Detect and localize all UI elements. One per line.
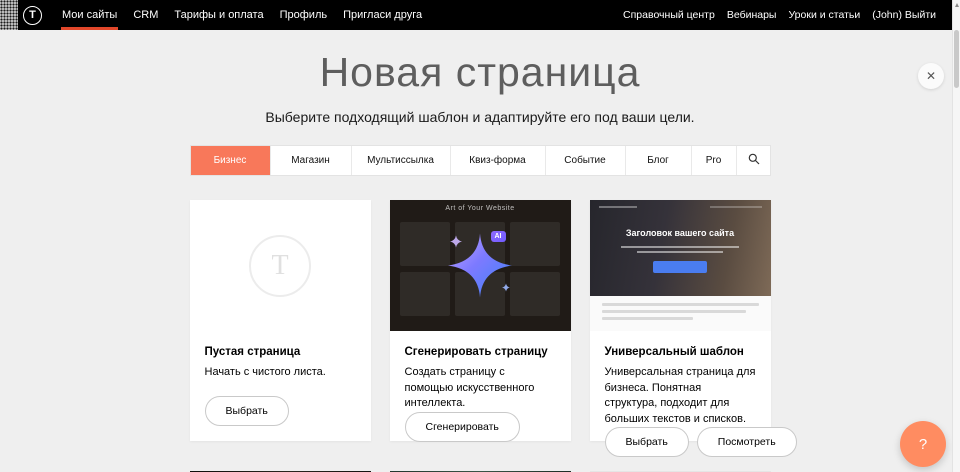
template-category-tabs: Бизнес Магазин Мультиссылка Квиз-форма С… — [190, 145, 771, 176]
card-description: Начать с чистого листа. — [205, 365, 356, 381]
tab-pro[interactable]: Pro — [691, 146, 736, 175]
universal-preview-image: Заголовок вашего сайта — [590, 200, 771, 331]
close-icon: ✕ — [926, 70, 936, 82]
choose-blank-button[interactable]: Выбрать — [205, 396, 289, 426]
card-description: Универсальная страница для бизнеса. Поня… — [605, 365, 756, 427]
template-card-blank-page: T Пустая страница Начать с чистого листа… — [190, 200, 371, 441]
nav-profile[interactable]: Профиль — [272, 0, 336, 30]
template-card-universal: Заголовок вашего сайта Универсальный шаб… — [590, 200, 771, 441]
card-actions: Выбрать Посмотреть — [605, 427, 756, 457]
tab-search[interactable] — [736, 146, 772, 175]
nav-tariffs-payment[interactable]: Тарифы и оплата — [166, 0, 271, 30]
ai-preview-caption: Art of Your Website — [390, 205, 571, 212]
template-card-ai-generate: Art of Your Website — [390, 200, 571, 441]
preview-cta-button — [653, 261, 707, 273]
nav-my-sites[interactable]: Мои сайты — [54, 0, 125, 30]
card-description: Создать страницу с помощью искусственног… — [405, 365, 556, 412]
blank-page-preview: T — [190, 200, 371, 331]
ai-badge: AI — [491, 231, 506, 242]
tilda-logo-letter: T — [29, 9, 36, 21]
scroll-up-arrow-icon — [955, 3, 959, 7]
ai-preview-image: Art of Your Website — [390, 200, 571, 331]
nav-crm[interactable]: CRM — [125, 0, 166, 30]
secondary-nav: Справочный центр Вебинары Уроки и статьи… — [617, 0, 942, 30]
nav-webinars[interactable]: Вебинары — [721, 0, 783, 30]
tab-blog[interactable]: Блог — [625, 146, 691, 175]
choose-universal-button[interactable]: Выбрать — [605, 427, 689, 457]
template-grid: T Пустая страница Начать с чистого листа… — [190, 200, 771, 441]
question-mark-icon: ? — [919, 436, 927, 453]
scrollbar-thumb[interactable] — [954, 30, 959, 88]
tilda-logo[interactable]: T — [23, 6, 42, 25]
tab-event[interactable]: Событие — [545, 146, 625, 175]
ai-sparkle-icon — [434, 220, 526, 317]
page-title: Новая страница — [0, 49, 960, 96]
tilda-watermark-circle: T — [249, 235, 311, 297]
card-body: Сгенерировать страницу Создать страницу … — [390, 331, 571, 457]
preview-universal-button[interactable]: Посмотреть — [697, 427, 797, 457]
tab-quiz-form[interactable]: Квиз-форма — [450, 146, 545, 175]
card-title: Универсальный шаблон — [605, 346, 756, 358]
new-page-panel: ✕ Новая страница Выберите подходящий шаб… — [0, 49, 960, 472]
scrollbar[interactable] — [952, 0, 960, 472]
search-icon — [748, 153, 760, 168]
tab-multilink[interactable]: Мультиссылка — [351, 146, 450, 175]
generate-button[interactable]: Сгенерировать — [405, 412, 520, 442]
nav-logout[interactable]: (John) Выйти — [866, 0, 942, 30]
card-body: Пустая страница Начать с чистого листа. … — [190, 331, 371, 441]
card-actions: Сгенерировать — [405, 412, 556, 442]
primary-nav: Мои сайты CRM Тарифы и оплата Профиль Пр… — [54, 0, 430, 30]
preview-hero-section: Заголовок вашего сайта — [590, 200, 771, 296]
nav-invite-friend[interactable]: Пригласи друга — [335, 0, 430, 30]
tilda-watermark-letter: T — [271, 250, 288, 282]
nav-lessons-articles[interactable]: Уроки и статьи — [782, 0, 866, 30]
preview-text-section — [590, 296, 771, 331]
page-subtitle: Выберите подходящий шаблон и адаптируйте… — [0, 109, 960, 125]
nav-help-center[interactable]: Справочный центр — [617, 0, 721, 30]
halftone-pattern-decoration — [0, 0, 18, 30]
tab-shop[interactable]: Магазин — [270, 146, 351, 175]
close-button[interactable]: ✕ — [918, 63, 944, 89]
card-title: Пустая страница — [205, 346, 356, 358]
preview-hero-title: Заголовок вашего сайта — [590, 228, 771, 238]
screen: T Мои сайты CRM Тарифы и оплата Профиль … — [0, 0, 960, 472]
topbar: T Мои сайты CRM Тарифы и оплата Профиль … — [0, 0, 960, 30]
tab-business[interactable]: Бизнес — [191, 146, 270, 175]
card-title: Сгенерировать страницу — [405, 346, 556, 358]
help-button[interactable]: ? — [900, 421, 946, 467]
card-body: Универсальный шаблон Универсальная стран… — [590, 331, 771, 472]
card-actions: Выбрать — [205, 396, 356, 426]
